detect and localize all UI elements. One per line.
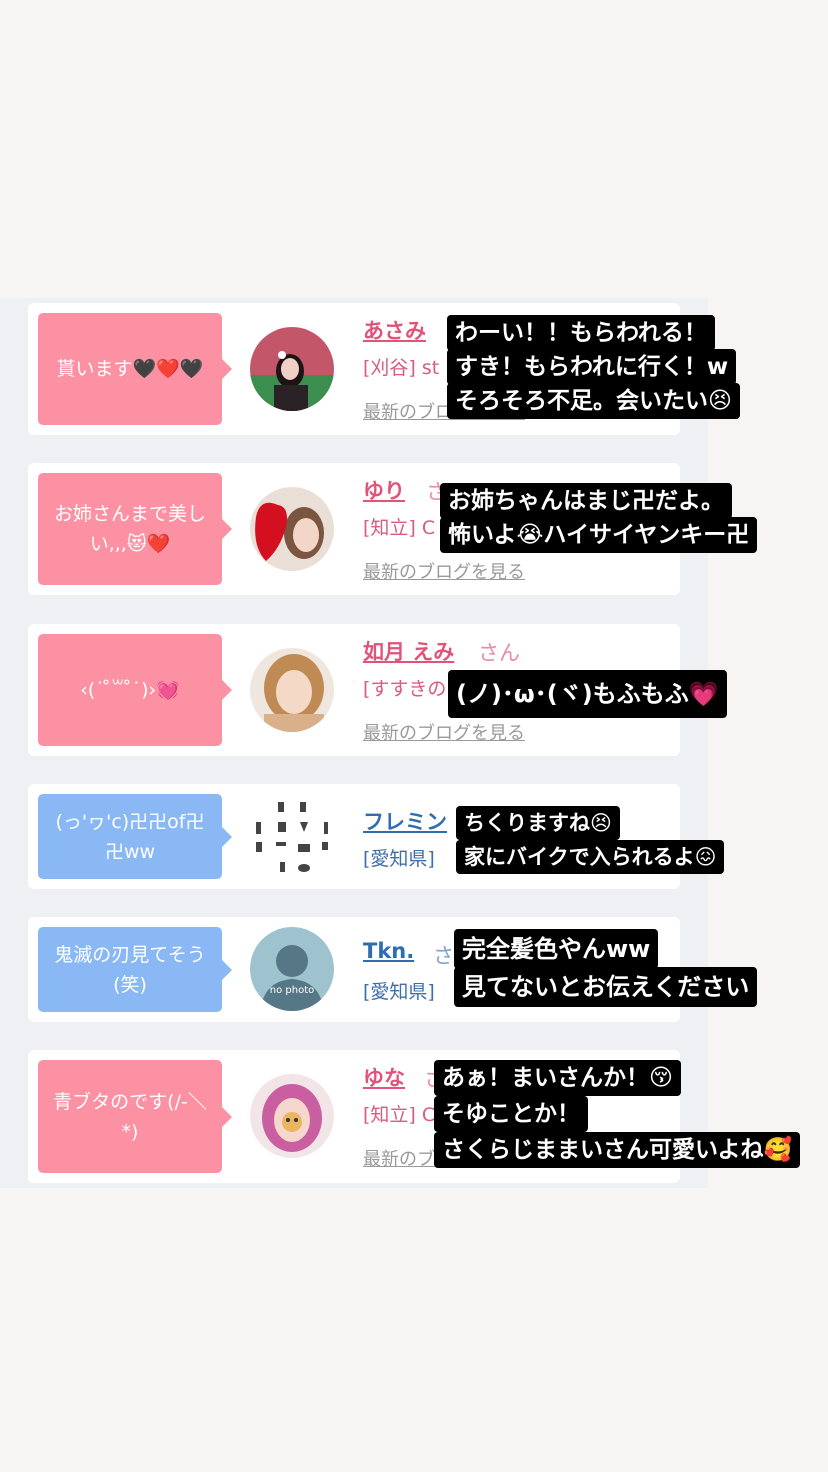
user-name-link[interactable]: ゆな bbox=[363, 1062, 405, 1092]
user-name-link[interactable]: フレミン bbox=[363, 806, 447, 836]
caption-text: わーい！！もらわれる！ bbox=[447, 315, 715, 351]
message-bubble: 貰います🖤❤️🖤 bbox=[38, 313, 232, 425]
honorific-label: さ bbox=[433, 944, 454, 968]
avatar[interactable] bbox=[250, 794, 334, 878]
caption-text: お姉ちゃんはまじ卍だよ。 bbox=[440, 483, 732, 519]
caption-text: あぁ！まいさんか！😚 bbox=[434, 1060, 681, 1096]
avatar[interactable] bbox=[250, 487, 334, 571]
blog-link[interactable]: 最新のブログを見る bbox=[363, 558, 525, 584]
caption-text: そゆことか！ bbox=[434, 1096, 588, 1132]
avatar[interactable] bbox=[250, 327, 334, 411]
caption-text: 見てないとお伝えください bbox=[454, 967, 758, 1007]
user-location: [すすきの bbox=[363, 678, 447, 700]
caption-text: 完全髪色やんww bbox=[454, 929, 659, 969]
message-bubble: お姉さんまで美しい,,,😻❤️ bbox=[38, 473, 232, 585]
user-location: [愛知県] bbox=[363, 848, 435, 870]
user-name-link[interactable]: ゆり bbox=[363, 475, 405, 505]
message-bubble: ‹(˙ ̊꒳ ̊˙)›💓 bbox=[38, 634, 232, 746]
user-location: [知立] C bbox=[363, 1104, 436, 1126]
user-location: [知立] C bbox=[363, 517, 436, 539]
caption-text: 怖いよ😭ハイサイヤンキー卍 bbox=[440, 517, 758, 553]
user-name-link[interactable]: Tkn. bbox=[363, 939, 414, 963]
user-name-link[interactable]: あさみ bbox=[363, 315, 426, 345]
user-location: [刈谷] st bbox=[363, 357, 440, 379]
user-name-link[interactable]: 如月 えみ bbox=[363, 636, 454, 666]
caption-text: ちくりますね😣 bbox=[456, 806, 620, 840]
honorific-label: さん bbox=[478, 641, 520, 665]
message-bubble: 鬼滅の刃見てそう(笑) bbox=[38, 927, 232, 1012]
avatar[interactable] bbox=[250, 648, 334, 732]
caption-text: さくらじままいさん可愛いよね🥰 bbox=[434, 1132, 801, 1168]
caption-text: 家にバイクで入られるよ😖 bbox=[456, 840, 725, 874]
message-bubble: (っ'ヮ'c)卍卍of卍卍ww bbox=[38, 794, 232, 879]
svg-text:no photo: no photo bbox=[270, 985, 314, 996]
avatar[interactable] bbox=[250, 1074, 334, 1158]
user-location: [愛知県] bbox=[363, 981, 435, 1003]
caption-text: (ノ)･ω･(ヾ)もふもふ💗 bbox=[448, 670, 727, 718]
avatar[interactable]: no photo bbox=[250, 927, 334, 1011]
message-bubble: 青ブタのです(/-＼*) bbox=[38, 1060, 232, 1173]
caption-text: すき！もらわれに行く！w bbox=[447, 349, 737, 385]
blog-link[interactable]: 最新のブ bbox=[363, 1145, 435, 1171]
blog-link[interactable]: 最新のブログを見る bbox=[363, 719, 525, 745]
caption-text: そろそろ不足。会いたい😣 bbox=[447, 383, 740, 419]
